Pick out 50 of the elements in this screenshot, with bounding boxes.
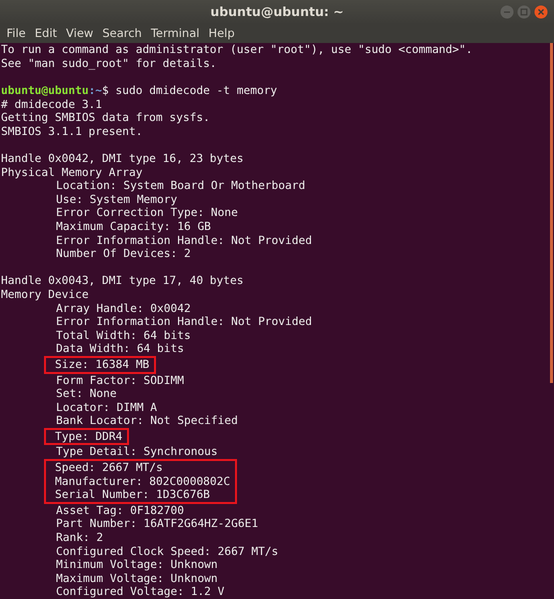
menu-item[interactable]: File [2,26,30,40]
terminal-line: To run a command as administrator (user "root"), use "sudo <command>". [0,43,474,57]
terminal-line: Use: System Memory [55,192,178,206]
terminal-line: Asset Tag: 0F182700 [55,504,185,518]
terminal-line: Locator: DIMM A [55,400,158,414]
terminal-line: See "man sudo_root" for details. [0,56,218,70]
menu-item[interactable]: Help [204,26,240,40]
terminal-line: Error Correction Type: None [55,206,239,220]
terminal-line: Manufacturer: 802C0000802C [55,474,230,488]
prompt-path: :~ [88,84,102,98]
terminal-line: Type: DDR4 [55,430,122,444]
terminal-line: Rank: 2 [55,531,104,545]
terminal-line: Maximum Capacity: 16 GB [55,220,212,234]
menu-item[interactable]: View [62,26,98,40]
terminal-line: Memory Device [0,288,90,302]
terminal-line: Configured Clock Speed: 2667 MT/s [55,544,280,558]
menu-item[interactable]: Edit [30,26,62,40]
terminal-line: Part Number: 16ATF2G64HZ-2G6E1 [55,517,260,532]
terminal-line: Bank Locator: Not Specified [55,414,239,428]
terminal-line: Error Information Handle: Not Provided [55,315,313,329]
terminal-line: Array Handle: 0x0042 [55,302,192,316]
prompt-user: ubuntu@ubuntu [1,84,89,98]
terminal-line: Speed: 2667 MT/s [55,461,164,475]
terminal-line: Configured Voltage: 1.2 V [55,585,226,599]
terminal-line: Minimum Voltage: Unknown [55,558,219,572]
scrollbar-thumb[interactable] [550,43,553,384]
terminal-line: Physical Memory Array [0,166,144,180]
terminal-line: SMBIOS 3.1.1 present. [0,124,144,138]
terminal-line: Getting SMBIOS data from sysfs. [0,111,211,125]
terminal-line: Location: System Board Or Motherboard [55,179,306,193]
terminal-line: Maximum Voltage: Unknown [55,572,219,586]
maximize-icon[interactable] [517,5,531,19]
menu-item[interactable]: Search [98,26,146,40]
terminal-line: Handle 0x0043, DMI type 17, 40 bytes [0,274,244,288]
terminal-line: Type Detail: Synchronous [55,445,219,460]
command-text: $ sudo dmidecode -t memory [102,84,278,98]
terminal-line: Total Width: 64 bits [55,328,192,342]
terminal-line: Number Of Devices: 2 [55,247,192,261]
menu-item[interactable]: Terminal [146,26,204,40]
close-icon[interactable] [534,5,548,19]
terminal-line: Form Factor: SODIMM [55,374,185,388]
terminal-line: Handle 0x0042, DMI type 16, 23 bytes [0,152,244,166]
terminal-line: Data Width: 64 bits [55,342,185,356]
terminal-line: Error Information Handle: Not Provided [55,234,313,248]
terminal-line: Set: None [55,387,118,401]
terminal-line: Serial Number: 1D3C676B [55,488,211,502]
minimize-icon[interactable] [500,5,514,19]
window-title: ubuntu@ubuntu: ~ [210,4,344,20]
terminal-line: Size: 16384 MB [55,358,150,372]
terminal-line: # dmidecode 3.1 [0,98,104,112]
